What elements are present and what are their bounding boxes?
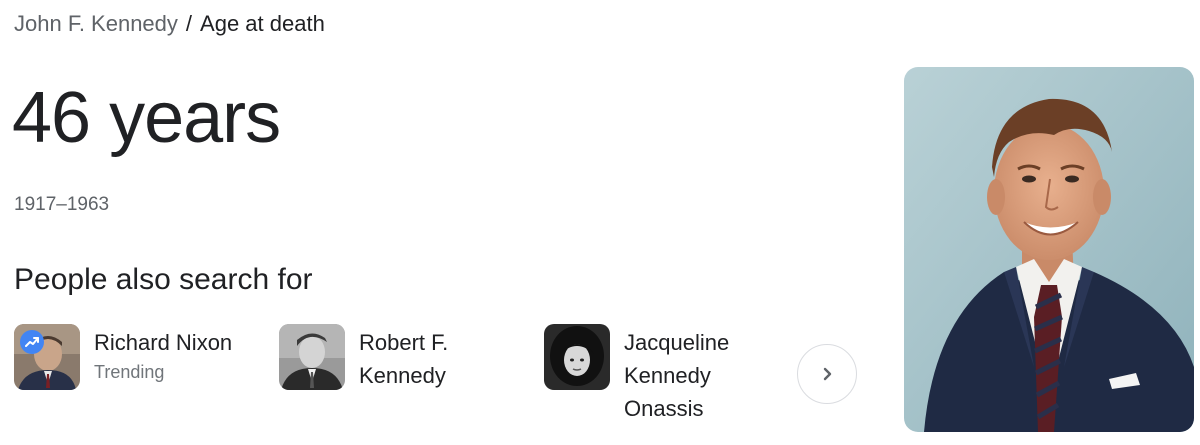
breadcrumb-parent-link[interactable]: John F. Kennedy (14, 11, 178, 36)
chevron-right-icon (823, 367, 832, 381)
life-dates: 1917–1963 (14, 194, 110, 215)
entity-name-line-2: Kennedy (359, 363, 446, 388)
entity-name-line-3: Onassis (624, 396, 704, 421)
thumbnail-robert-f-kennedy (279, 324, 345, 390)
breadcrumb-separator: / (185, 11, 193, 36)
entity-richard-nixon[interactable]: Richard Nixon Trending (14, 324, 232, 390)
entity-name-line-1: Jacqueline (624, 330, 730, 355)
breadcrumb-current: Age at death (200, 11, 325, 36)
carousel-next-button[interactable] (797, 344, 857, 404)
trending-label: Trending (94, 362, 165, 382)
people-also-search-title: People also search for (14, 263, 313, 296)
entity-name-line-1: Robert F. (359, 330, 449, 355)
entity-jacqueline-kennedy-onassis[interactable]: Jacqueline Kennedy Onassis (544, 324, 729, 425)
thumbnail-richard-nixon (14, 324, 80, 390)
breadcrumb: John F. Kennedy / Age at death (14, 10, 325, 38)
entity-name: Richard Nixon (94, 330, 233, 355)
entity-robert-f-kennedy[interactable]: Robert F. Kennedy (279, 324, 448, 392)
trending-up-icon (20, 330, 44, 354)
answer-value: 46 years (12, 78, 281, 158)
thumbnail-jacqueline-kennedy-onassis (544, 324, 610, 390)
portrait-image[interactable] (904, 67, 1194, 432)
entity-name-line-2: Kennedy (624, 363, 711, 388)
